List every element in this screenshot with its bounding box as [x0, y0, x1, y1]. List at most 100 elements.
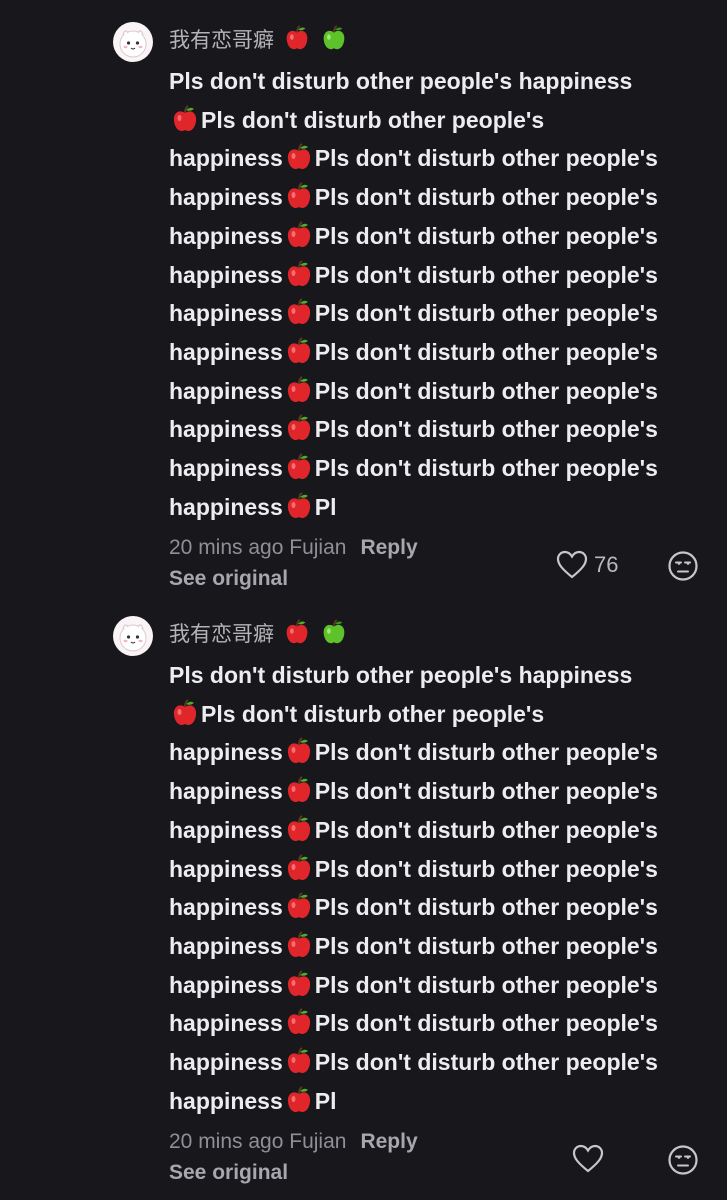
see-original-button[interactable]: See original	[169, 1159, 288, 1187]
avatar[interactable]	[113, 616, 153, 656]
comment-text-segment: Pl	[314, 1087, 337, 1114]
comment-text-segment: Pls don't disturb other people's	[314, 416, 658, 443]
green-apple-icon	[320, 24, 348, 60]
comment-text-segment: happiness	[169, 1010, 283, 1037]
dislike-button[interactable]	[667, 550, 699, 587]
comment-text-segment: Pl	[314, 493, 337, 520]
red-apple-icon	[284, 297, 314, 327]
comment-text-line: happiness Pls don't disturb other people'…	[169, 333, 714, 372]
comment-text-line: happiness Pls don't disturb other people'…	[169, 217, 714, 256]
comment-text-line: happiness Pls don't disturb other people'…	[169, 372, 714, 411]
comment-text-line: Pls don't disturb other people's	[169, 101, 714, 140]
red-apple-icon	[284, 775, 314, 805]
red-apple-icon	[284, 969, 314, 999]
comment-text-segment: happiness	[169, 300, 283, 327]
comment-text-segment: Pls don't disturb other people's	[314, 377, 658, 404]
comment-text-segment: Pls don't disturb other people's	[314, 455, 658, 482]
red-apple-icon	[170, 104, 200, 134]
comment-text-segment: Pls don't disturb other people's	[314, 1010, 658, 1037]
comment-text-segment: Pls don't disturb other people's	[314, 145, 658, 172]
red-apple-icon	[283, 24, 311, 60]
red-apple-icon	[284, 336, 314, 366]
red-apple-icon	[284, 181, 314, 211]
red-apple-icon	[284, 814, 314, 844]
comment-text-segment: Pls don't disturb other people's	[201, 700, 545, 727]
username[interactable]: 我有恋哥癖	[169, 618, 348, 654]
comment-text-segment: happiness	[169, 1087, 283, 1114]
comment-text-line: happiness Pls don't disturb other people'…	[169, 178, 714, 217]
comment-text-segment: happiness	[169, 1049, 283, 1076]
comment-text-line: happiness Pls don't disturb other people'…	[169, 888, 714, 927]
comment-text-segment: happiness	[169, 816, 283, 843]
dislike-button[interactable]	[667, 1144, 699, 1181]
comment-text-segment: Pls don't disturb other people's	[314, 261, 658, 288]
comment-text-line: happiness Pls don't disturb other people'…	[169, 850, 714, 889]
unamused-face-icon	[668, 1145, 698, 1175]
comment-text-segment: happiness	[169, 855, 283, 882]
comment-text-segment: happiness	[169, 932, 283, 959]
comment-text-line: happiness Pls don't disturb other people'…	[169, 1043, 714, 1082]
comment-text-segment: Pls don't disturb other people's	[314, 338, 658, 365]
comment-text-line: happiness Pls don't disturb other people'…	[169, 449, 714, 488]
timestamp-location: 20 mins ago Fujian	[169, 1130, 347, 1153]
red-apple-icon	[283, 618, 311, 654]
avatar[interactable]	[113, 22, 153, 62]
red-apple-icon	[170, 698, 200, 728]
green-apple-icon	[320, 618, 348, 654]
comment-text-segment: happiness	[169, 222, 283, 249]
red-apple-icon	[284, 220, 314, 250]
see-original-button[interactable]: See original	[169, 565, 288, 593]
comment-text-segment: happiness	[169, 739, 283, 766]
comment-text-line: Pls don't disturb other people's happine…	[169, 62, 714, 101]
comment-text-segment: Pls don't disturb other people's	[314, 184, 658, 211]
red-apple-icon	[284, 891, 314, 921]
heart-icon	[556, 550, 588, 579]
reply-button[interactable]: Reply	[360, 536, 417, 559]
red-apple-icon	[284, 413, 314, 443]
comment-text-line: happiness Pls don't disturb other people'…	[169, 410, 714, 449]
username-text: 我有恋哥癖	[169, 623, 274, 646]
comment-text-segment: happiness	[169, 145, 283, 172]
comment-text-segment: Pls don't disturb other people's	[314, 1049, 658, 1076]
reply-button[interactable]: Reply	[360, 1130, 417, 1153]
comment-text-line: happiness Pls don't disturb other people'…	[169, 772, 714, 811]
heart-icon	[572, 1144, 604, 1173]
red-apple-icon	[284, 1007, 314, 1037]
comment-text-segment: Pls don't disturb other people's happine…	[169, 662, 633, 688]
red-apple-icon	[284, 736, 314, 766]
comment-text-segment: happiness	[169, 894, 283, 921]
red-apple-icon	[284, 452, 314, 482]
comment-text-segment: Pls don't disturb other people's	[314, 932, 658, 959]
comment-text-line: happiness Pl	[169, 488, 714, 527]
comment-text-segment: happiness	[169, 184, 283, 211]
avatar-cartoon-icon	[119, 30, 147, 58]
comment-text-segment: Pls don't disturb other people's	[314, 971, 658, 998]
comment-meta: 20 mins ago Fujian Reply	[169, 1128, 418, 1156]
comment-text-segment: Pls don't disturb other people's	[314, 816, 658, 843]
comment-text-line: happiness Pls don't disturb other people'…	[169, 139, 714, 178]
comment-text: Pls don't disturb other people's happine…	[169, 656, 714, 1120]
comment-text-line: happiness Pls don't disturb other people'…	[169, 256, 714, 295]
red-apple-icon	[284, 375, 314, 405]
comment-text-line: happiness Pls don't disturb other people'…	[169, 294, 714, 333]
comment-text-line: Pls don't disturb other people's happine…	[169, 656, 714, 695]
comment-text: Pls don't disturb other people's happine…	[169, 62, 714, 526]
comment-text-segment: Pls don't disturb other people's	[314, 222, 658, 249]
comment-text-segment: Pls don't disturb other people's	[314, 778, 658, 805]
comment-text-segment: Pls don't disturb other people's	[314, 894, 658, 921]
unamused-face-icon	[668, 551, 698, 581]
comment-text-segment: happiness	[169, 971, 283, 998]
comment-text-line: happiness Pls don't disturb other people'…	[169, 733, 714, 772]
comment-text-line: happiness Pls don't disturb other people'…	[169, 927, 714, 966]
comment-text-segment: happiness	[169, 338, 283, 365]
comment-text-segment: happiness	[169, 261, 283, 288]
like-button[interactable]	[572, 1144, 610, 1174]
username[interactable]: 我有恋哥癖	[169, 24, 348, 60]
comment-text-segment: Pls don't disturb other people's	[314, 739, 658, 766]
comment-text-segment: Pls don't disturb other people's	[314, 855, 658, 882]
red-apple-icon	[284, 930, 314, 960]
comment-text-segment: happiness	[169, 493, 283, 520]
like-button[interactable]: 76	[556, 550, 618, 580]
comment-text-segment: happiness	[169, 377, 283, 404]
like-count: 76	[594, 552, 619, 577]
